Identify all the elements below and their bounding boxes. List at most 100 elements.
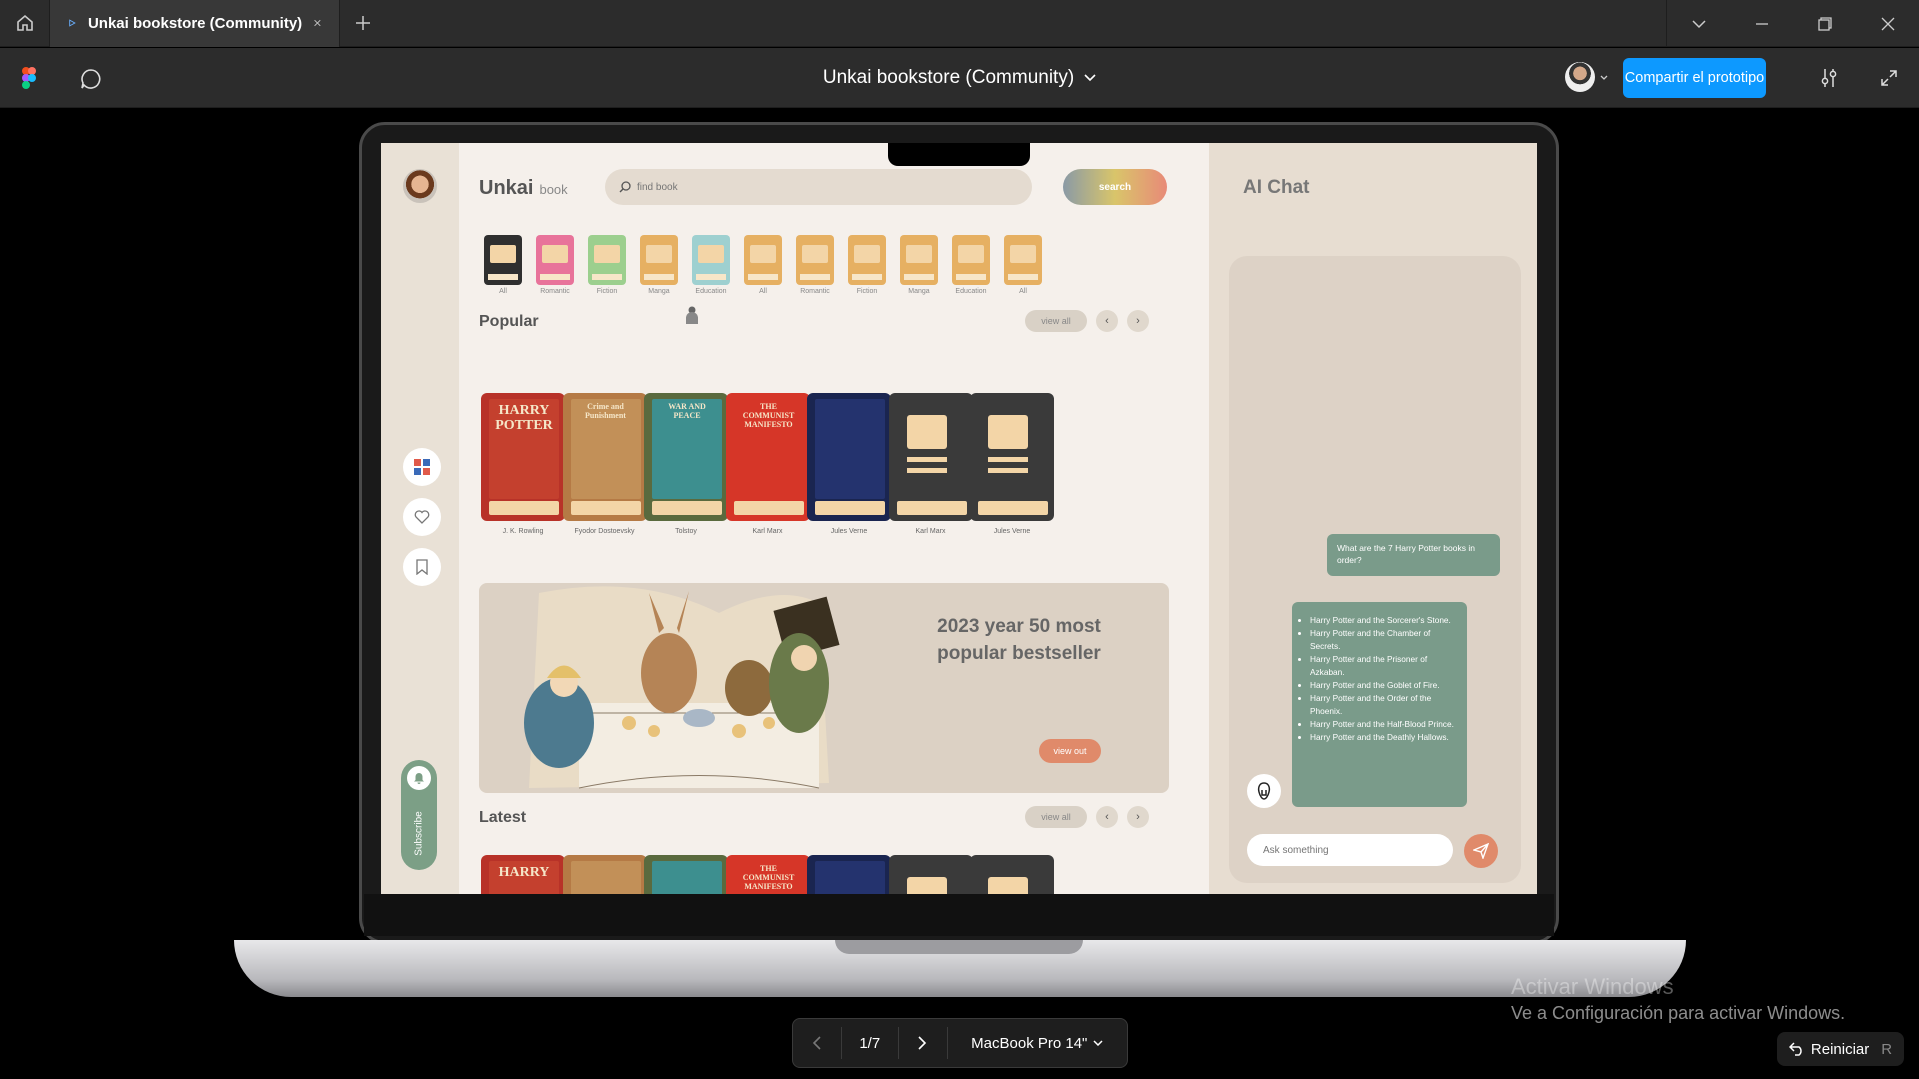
bot-message: Harry Potter and the Sorcerer's Stone. Ha… [1292,602,1467,807]
category-label: All [759,288,767,295]
book-category-icon [640,235,678,285]
chevron-right-icon: › [1136,811,1140,823]
camera-notch [888,143,1030,166]
device-select[interactable]: MacBook Pro 14" [948,1018,1127,1068]
expand-icon[interactable] [1880,69,1898,87]
bell-icon [407,766,431,790]
book-category-icon [952,235,990,285]
book-category-icon [796,235,834,285]
chat-title: AI Chat [1243,177,1310,198]
chevron-left-icon: ‹ [1105,315,1109,327]
book-cover[interactable] [807,855,891,894]
book-cover[interactable] [644,855,728,894]
book-cover[interactable] [970,393,1054,521]
category-item-romantic[interactable]: Romantic [791,235,839,295]
category-item-education[interactable]: Education [687,235,735,295]
profile-avatar[interactable] [403,169,437,203]
send-button[interactable] [1464,834,1498,868]
category-label: All [499,288,507,295]
latest-view-all-button[interactable]: view all [1025,806,1087,828]
book-cover[interactable] [888,855,973,894]
popular-next-button[interactable]: › [1127,310,1149,332]
answer-list: Harry Potter and the Sorcerer's Stone. Ha… [1310,614,1457,744]
chevron-down-icon [1084,74,1096,82]
category-item-manga[interactable]: Manga [635,235,683,295]
book-cover[interactable] [888,393,973,521]
chevron-right-icon: › [1136,315,1140,327]
share-prototype-button[interactable]: Compartir el prototipo [1623,58,1766,98]
restore-button[interactable] [1793,0,1856,47]
search-button[interactable]: search [1063,169,1167,205]
answer-item: Harry Potter and the Deathly Hallows. [1310,731,1457,744]
book-cover[interactable] [562,855,647,894]
book-cover[interactable]: THE COMMUNIST MANIFESTO [725,393,810,521]
latest-next-button[interactable]: › [1127,806,1149,828]
next-frame-button[interactable] [899,1018,947,1068]
chevron-down-icon[interactable] [1600,75,1608,81]
popular-title: Popular [479,313,539,330]
book-author: Fyodor Dostoevsky [574,528,635,535]
book-pages [815,501,885,515]
user-avatar[interactable] [1565,62,1595,92]
subscribe-label: Subscribe [413,811,425,856]
category-label: Romantic [800,288,830,295]
category-item-manga[interactable]: Manga [895,235,943,295]
main-content: Unkai book search All Romantic Fiction Manga… [459,143,1209,894]
book-cover[interactable]: WAR AND PEACE [644,393,728,521]
popular-prev-button[interactable]: ‹ [1096,310,1118,332]
answer-item: Harry Potter and the Sorcerer's Stone. [1310,614,1457,627]
category-item-all[interactable]: All [479,235,527,295]
book-cover-title: WAR AND PEACE [668,402,706,420]
undo-icon [1788,1042,1802,1056]
category-item-all[interactable]: All [739,235,787,295]
close-icon[interactable] [314,17,321,29]
book-category-icon [692,235,730,285]
grid-icon [414,459,430,475]
brand-logo: Unkai book [479,177,568,200]
answer-item: Harry Potter and the Prisoner of Azkaban… [1310,653,1457,679]
restart-button[interactable]: Reiniciar R [1777,1032,1904,1066]
bot-avatar [1247,774,1281,808]
book-author: J. K. Rowling [502,528,544,535]
sidebar-bookmarks-button[interactable] [403,548,441,586]
bestseller-banner[interactable]: 2023 year 50 most popular bestseller vie… [479,583,1169,793]
book-author: Tolstoy [675,528,697,535]
home-button[interactable] [0,0,50,47]
popular-view-all-button[interactable]: view all [1025,310,1087,332]
ai-chat-panel: AI Chat What are the 7 Harry Potter book… [1209,143,1537,894]
search-bar[interactable] [605,169,1032,205]
minimize-button[interactable] [1730,0,1793,47]
banner-view-out-button[interactable]: view out [1039,739,1101,763]
book-cover[interactable] [807,393,891,521]
close-window-button[interactable] [1856,0,1919,47]
book-cover[interactable]: HARRY [481,855,565,894]
category-item-all[interactable]: All [999,235,1047,295]
prev-frame-button[interactable] [793,1018,841,1068]
book-cover-title: Crime and Punishment [585,402,626,420]
new-tab-button[interactable] [340,15,386,31]
book-pages [896,501,967,515]
book-cover-title: HARRY [498,865,550,880]
category-item-romantic[interactable]: Romantic [531,235,579,295]
sidebar-home-button[interactable] [403,448,441,486]
book-cover[interactable]: Crime and Punishment [562,393,647,521]
chat-input-wrapper[interactable] [1247,834,1453,866]
chat-input[interactable] [1263,844,1433,856]
tab-list-button[interactable] [1667,0,1730,47]
settings-sliders-icon[interactable] [1818,67,1840,89]
restart-label: Reiniciar [1810,1040,1870,1058]
category-item-fiction[interactable]: Fiction [843,235,891,295]
subscribe-button[interactable]: Subscribe [401,760,437,870]
book-cover[interactable]: THE COMMUNIST MANIFESTO [725,855,810,894]
book-category-icon [484,235,522,285]
category-item-fiction[interactable]: Fiction [583,235,631,295]
play-icon [69,19,76,27]
category-item-education[interactable]: Education [947,235,995,295]
latest-prev-button[interactable]: ‹ [1096,806,1118,828]
book-cover[interactable] [970,855,1054,894]
tab-active[interactable]: Unkai bookstore (Community) [50,0,340,47]
book-cover[interactable]: HARRY POTTER [481,393,565,521]
search-input[interactable] [637,181,937,193]
answer-item: Harry Potter and the Goblet of Fire. [1310,679,1457,692]
sidebar-favorites-button[interactable] [403,498,441,536]
